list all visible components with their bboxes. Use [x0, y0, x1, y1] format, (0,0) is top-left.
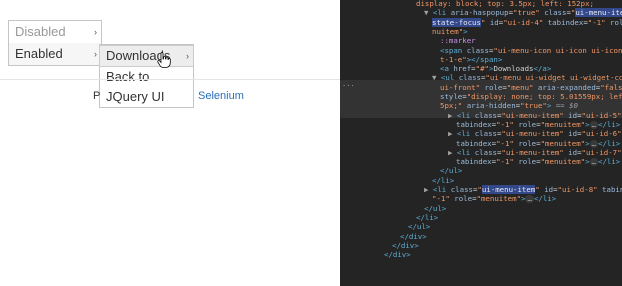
menu-item-label: Enabled	[15, 46, 63, 61]
dom-node-line[interactable]: t-1-e"></span>	[440, 55, 502, 64]
dom-node-line[interactable]: tabindex="-1" role="menuitem">… </li>	[456, 139, 620, 148]
dom-node-line[interactable]: </div>	[384, 250, 411, 259]
dom-node-line[interactable]: </ul>	[424, 204, 446, 213]
root-menu: Disabled › Enabled ›	[8, 20, 102, 66]
dom-node-line[interactable]: ▶ <li class="ui-menu-item" id="ui-id-6"	[448, 129, 622, 138]
dom-node-line[interactable]: ▼ <ul class="ui-menu ui-widget ui-widget…	[432, 73, 622, 82]
dom-node-line[interactable]: ▼ <li aria-haspopup="true" class="ui-men…	[424, 8, 622, 18]
dom-node-line[interactable]: tabindex="-1" role="menuitem">… </li>	[456, 120, 620, 129]
footer-text: P	[93, 90, 101, 102]
dom-node-line[interactable]: style="display: none; top: 5.01559px; le…	[440, 92, 622, 101]
content-divider	[0, 79, 340, 80]
node-options-ellipsis[interactable]: ...	[342, 80, 355, 89]
menu-item-jquery-ui[interactable]: JQuery UI	[100, 87, 193, 107]
dom-node-line[interactable]: </div>	[392, 241, 419, 250]
dom-node-line[interactable]: ▶ <li class="ui-menu-item" id="ui-id-8" …	[424, 185, 622, 194]
dom-node-line[interactable]: state-focus" id="ui-id-4" tabindex="-1" …	[432, 17, 622, 27]
dom-node-line[interactable]: <a href="#">Downloads</a>	[440, 64, 551, 73]
dom-node-line[interactable]: nuitem">	[432, 27, 468, 36]
dom-node-line[interactable]: ::marker	[440, 36, 476, 45]
submenu-caret-icon: ›	[186, 51, 189, 61]
dom-node-line[interactable]: </ul>	[408, 222, 430, 231]
menu-item-disabled: Disabled ›	[9, 21, 101, 43]
submenu-caret-icon: ›	[94, 49, 97, 59]
dom-node-line[interactable]: "-1" role="menuitem">… </li>	[432, 194, 556, 204]
dom-node-line[interactable]: 5px;" aria-hidden="true"> == $0	[440, 101, 578, 110]
menu-item-back-to[interactable]: Back to	[100, 67, 193, 87]
hand-pointer-cursor-icon	[157, 52, 171, 68]
dom-node-line[interactable]: ▶ <li class="ui-menu-item" id="ui-id-5"	[448, 111, 622, 120]
menu-item-downloads[interactable]: Downloads ›	[99, 45, 194, 67]
dom-node-line[interactable]: </li>	[432, 176, 454, 185]
selenium-link[interactable]: Selenium	[198, 90, 244, 102]
dom-node-line[interactable]: </ul>	[440, 166, 462, 175]
menu-item-label: Disabled	[15, 24, 66, 39]
page-viewport: Disabled › Enabled › Downloads › Back to…	[0, 0, 340, 286]
dom-node-line[interactable]: </div>	[400, 232, 427, 241]
dom-node-line[interactable]: </li>	[416, 213, 438, 222]
dom-node-line[interactable]: display: block; top: 3.5px; left: 152px;	[416, 0, 594, 8]
submenu-caret-icon: ›	[94, 27, 97, 37]
dom-node-line[interactable]: <span class="ui-menu-icon ui-icon ui-ico…	[440, 46, 622, 55]
menu-item-label: JQuery UI	[106, 89, 165, 104]
devtools-elements-panel: ... display: block; top: 3.5px; left: 15…	[340, 0, 622, 286]
dom-node-line[interactable]: ui-front" role="menu" aria-expanded="fal…	[440, 83, 622, 92]
dom-node-line[interactable]: tabindex="-1" role="menuitem">… </li>	[456, 157, 620, 167]
menu-item-label: Back to	[106, 69, 150, 84]
dom-node-line[interactable]: ▶ <li class="ui-menu-item" id="ui-id-7"	[448, 148, 622, 157]
menu-item-enabled[interactable]: Enabled ›	[9, 43, 101, 65]
sub-menu: Downloads › Back to JQuery UI	[99, 44, 194, 108]
